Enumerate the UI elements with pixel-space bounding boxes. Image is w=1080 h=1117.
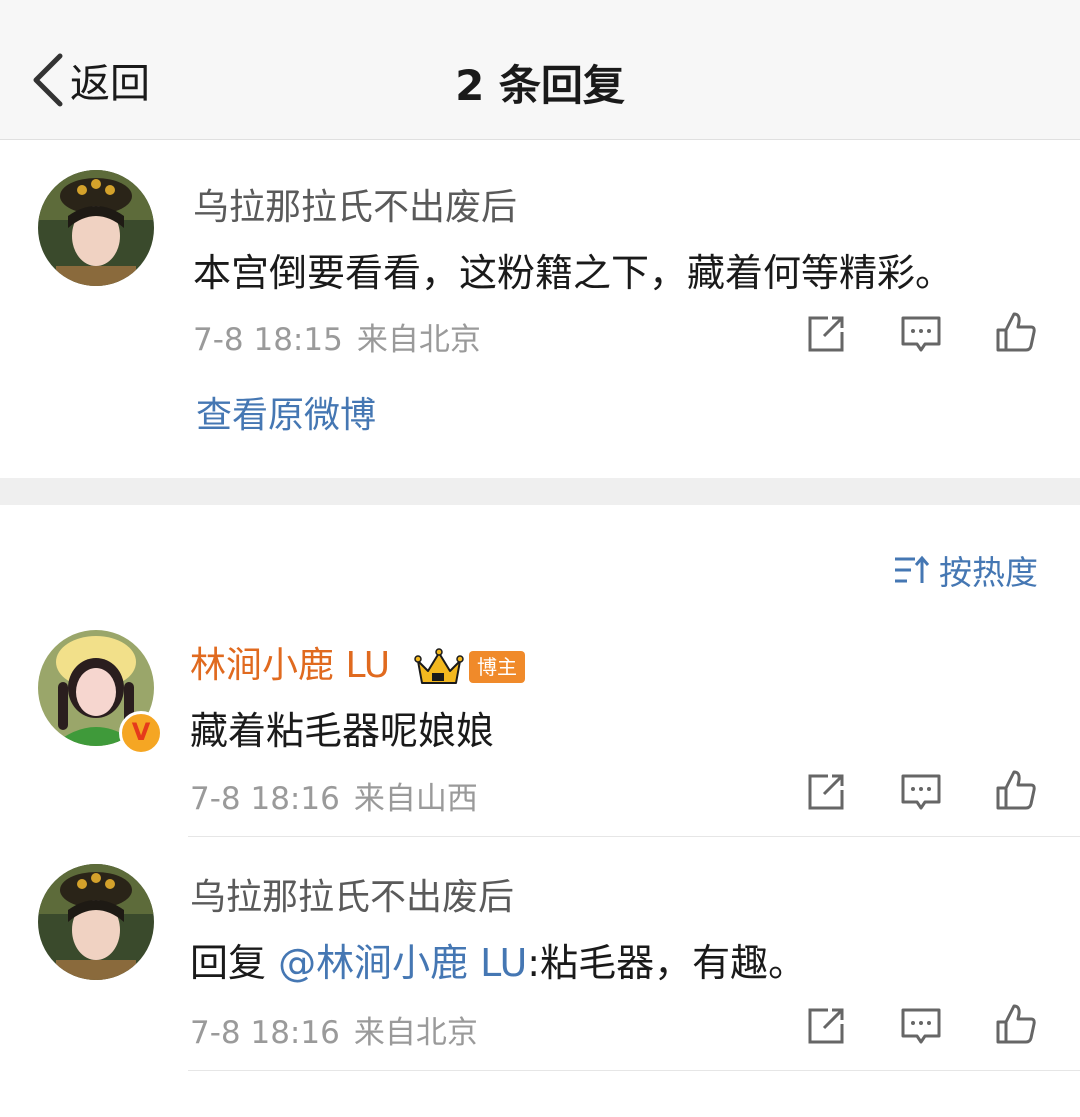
reply-time: 7-8 18:16 <box>190 1015 340 1051</box>
avatar[interactable] <box>38 864 154 980</box>
like-icon[interactable] <box>994 310 1038 354</box>
reply-text: 回复 @林涧小鹿 LU:粘毛器，有趣。 <box>190 932 806 987</box>
reply-body: :粘毛器，有趣。 <box>527 941 807 985</box>
comment-meta: 7-8 18:15 来自北京 <box>193 314 481 359</box>
reply-divider <box>188 1070 1080 1071</box>
comment-icon[interactable] <box>899 1004 943 1048</box>
reply-meta: 7-8 18:16 来自北京 <box>190 1007 478 1052</box>
reply-time: 7-8 18:16 <box>190 781 340 817</box>
reply-divider <box>188 836 1080 837</box>
mention-link[interactable]: @林涧小鹿 LU <box>278 941 527 985</box>
share-icon[interactable] <box>804 312 848 356</box>
reply-location: 来自北京 <box>353 1015 478 1051</box>
username[interactable]: 乌拉那拉氏不出废后 <box>193 178 517 230</box>
share-icon[interactable] <box>804 770 848 814</box>
navigation-bar: 返回 2 条回复 <box>0 0 1080 140</box>
share-icon[interactable] <box>804 1004 848 1048</box>
username[interactable]: 林涧小鹿 LU <box>190 645 390 686</box>
username[interactable]: 乌拉那拉氏不出废后 <box>190 868 514 920</box>
reply-username-row: 林涧小鹿 LU 博主 <box>190 636 525 688</box>
comment-time: 7-8 18:15 <box>193 322 343 358</box>
comment-icon[interactable] <box>899 770 943 814</box>
sort-label: 按热度 <box>939 553 1038 592</box>
reply-meta: 7-8 18:16 来自山西 <box>190 773 478 818</box>
avatar[interactable] <box>38 170 154 286</box>
page-title: 2 条回复 <box>455 61 625 110</box>
verified-badge: V <box>119 711 163 755</box>
comment-icon[interactable] <box>899 312 943 356</box>
section-divider <box>0 478 1080 505</box>
blogger-badge: 博主 <box>468 651 525 683</box>
reply-location: 来自山西 <box>353 781 478 817</box>
sort-icon <box>895 555 929 583</box>
reply-prefix: 回复 <box>190 941 279 985</box>
crown-icon <box>413 648 464 684</box>
sort-toggle[interactable]: 按热度 <box>893 546 1038 594</box>
comment-text: 本宫倒要看看，这粉籍之下，藏着何等精彩。 <box>193 251 954 295</box>
like-icon[interactable] <box>994 1002 1038 1046</box>
reply-text: 藏着粘毛器呢娘娘 <box>190 709 495 753</box>
comment-location: 来自北京 <box>356 322 481 358</box>
like-icon[interactable] <box>994 768 1038 812</box>
view-original-link[interactable]: 查看原微博 <box>196 386 376 438</box>
